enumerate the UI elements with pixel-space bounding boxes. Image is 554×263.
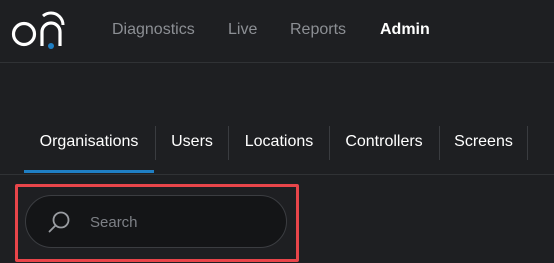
tab-label: Organisations [39,133,139,150]
tab-organisations[interactable]: Organisations [24,118,154,173]
tab-locations[interactable]: Locations [229,118,329,166]
tab-users[interactable]: Users [156,118,228,166]
tab-label: Users [171,133,213,150]
tab-label: Locations [244,133,314,150]
tab-label: Controllers [345,133,423,150]
nav-live[interactable]: Live [228,21,257,39]
on-logo[interactable] [11,10,69,50]
search-input[interactable] [88,196,272,249]
nav-reports[interactable]: Reports [290,21,346,39]
nav-admin[interactable]: Admin [380,21,430,39]
tab-divider [527,126,528,160]
app-root: Diagnostics Live Reports Admin Organisat… [0,0,554,263]
search-icon [48,211,70,233]
search-box[interactable] [25,195,287,249]
top-navigation-bar: Diagnostics Live Reports Admin [0,0,554,63]
tab-controllers[interactable]: Controllers [330,118,438,166]
tab-screens[interactable]: Screens [440,118,527,166]
tab-label: Screens [454,133,513,150]
nav-diagnostics[interactable]: Diagnostics [112,21,195,39]
admin-tabs: Organisations Users Locations Controller… [0,118,554,175]
